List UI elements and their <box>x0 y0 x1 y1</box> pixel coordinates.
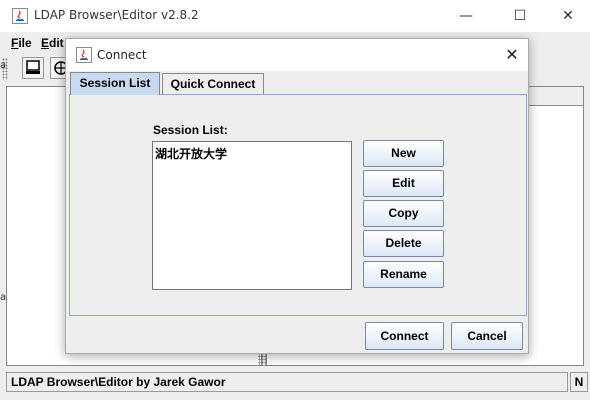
java-dialog-icon <box>76 47 92 63</box>
edge-char-bottom: a <box>0 292 7 303</box>
tab-session-list[interactable]: Session List <box>70 72 160 95</box>
dialog-title: Connect <box>97 48 147 62</box>
menu-file-rest: ile <box>18 36 32 50</box>
delete-button[interactable]: Delete <box>363 230 444 257</box>
maximize-icon[interactable]: ☐ <box>510 6 530 26</box>
edit-button[interactable]: Edit <box>363 170 444 197</box>
status-indicator: N <box>570 372 588 392</box>
session-list-item[interactable]: 湖北开放大学 <box>155 145 227 162</box>
main-titlebar: LDAP Browser\Editor v2.8.2 — ☐ ✕ <box>0 0 590 32</box>
rename-button[interactable]: Rename <box>363 261 444 288</box>
menu-edit-mnemonic: E <box>41 36 50 50</box>
close-icon[interactable]: ✕ <box>558 6 578 26</box>
status-text: LDAP Browser\Editor by Jarek Gawor <box>6 372 568 392</box>
dialog-close-icon[interactable]: ✕ <box>502 45 522 65</box>
window-title: LDAP Browser\Editor v2.8.2 <box>34 8 199 22</box>
session-list-box[interactable]: 湖北开放大学 <box>152 141 352 290</box>
connect-button[interactable]: Connect <box>365 322 444 350</box>
new-button[interactable]: New <box>363 140 444 167</box>
tab-quick-connect[interactable]: Quick Connect <box>162 73 264 94</box>
java-app-icon <box>12 8 28 24</box>
cancel-button[interactable]: Cancel <box>451 322 523 350</box>
connect-dialog: Connect ✕ Session List Quick Connect Ses… <box>65 38 529 354</box>
session-list-label: Session List: <box>153 123 228 137</box>
split-pane-divider[interactable] <box>258 352 266 366</box>
menu-file[interactable]: File <box>11 36 32 50</box>
menu-edit-rest: dit <box>49 36 64 50</box>
connect-toolbar-button[interactable] <box>22 57 44 79</box>
copy-button[interactable]: Copy <box>363 200 444 227</box>
menu-edit[interactable]: Edit <box>41 36 64 50</box>
dialog-titlebar: Connect ✕ <box>66 39 528 71</box>
minimize-icon[interactable]: — <box>456 6 476 26</box>
edge-char-top: a <box>0 60 7 71</box>
computer-icon <box>26 60 40 74</box>
session-list-panel: Session List: 湖北开放大学 New Edit Copy Delet… <box>69 94 527 316</box>
